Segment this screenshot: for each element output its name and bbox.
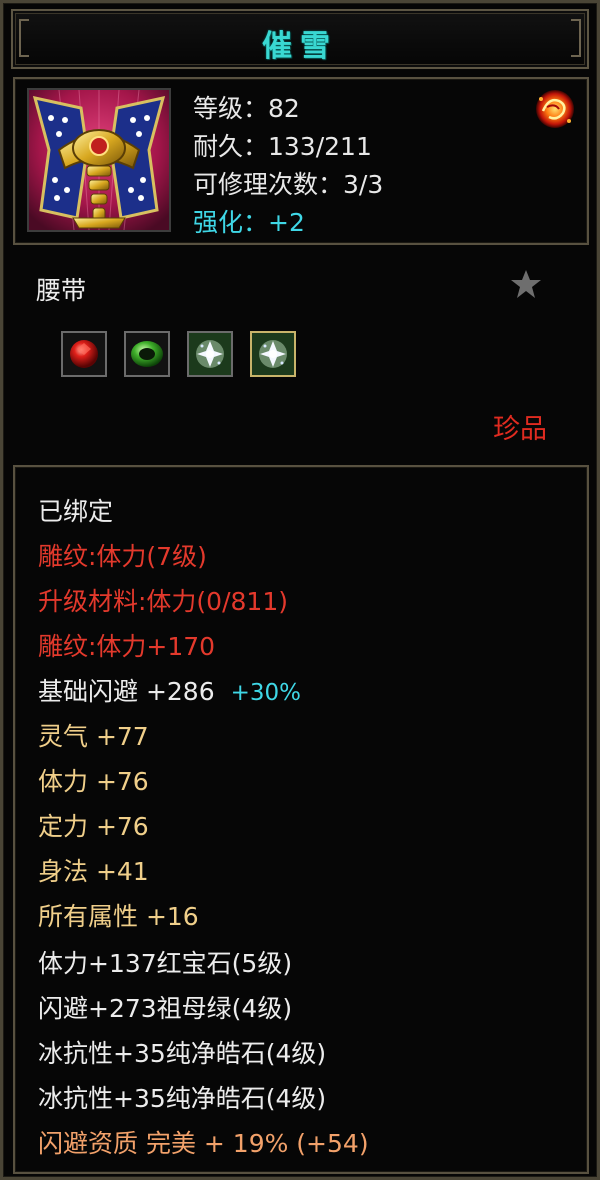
attr-agility: 身法 +41 [38,857,149,886]
pure-diamond-gem-icon[interactable] [187,331,233,377]
title-bar: 催雪 [11,9,589,69]
base-dodge-value: 基础闪避 +286 [38,677,215,706]
star-icon[interactable] [510,268,542,300]
gem-bonus-2: 闪避+273祖母绿(4级) [38,994,293,1023]
base-dodge-percent: +30% [230,680,301,706]
attr-focus: 定力 +76 [38,812,149,841]
item-rarity: 珍品 [493,414,547,445]
item-enhance-level: 强化：+2 [193,208,305,237]
bound-status: 已绑定 [38,497,114,526]
attr-stamina: 体力 +76 [38,767,149,796]
item-level: 等级：82 [193,94,300,123]
attribute-list: 已绑定 雕纹:体力(7级) 升级材料:体力(0/811) 雕纹:体力+170 基… [13,465,589,1174]
attr-all: 所有属性 +16 [38,902,199,931]
dodge-aptitude: 闪避资质 完美 + 19% (+54) [38,1129,369,1158]
pure-diamond-gem-icon[interactable] [250,331,296,377]
engrave-bonus: 雕纹:体力+170 [38,632,216,661]
gem-bonus-3: 冰抗性+35纯净皓石(4级) [38,1039,327,1068]
item-durability: 耐久：133/211 [193,132,372,161]
emerald-gem-icon[interactable] [124,331,170,377]
item-repair-count: 可修理次数：3/3 [193,170,384,199]
attr-spirit: 灵气 +77 [38,722,149,751]
item-tooltip-panel: 催雪 等级：82 耐久：133/211 可修理次数：3/3 强化：+2 腰带 珍… [0,0,600,1180]
item-category: 腰带 [36,276,87,305]
gem-bonus-1: 体力+137红宝石(5级) [38,949,293,978]
belt-item-icon [27,88,171,232]
fire-orb-icon [533,87,577,131]
engrave-level: 雕纹:体力(7级) [38,542,207,571]
base-dodge: 基础闪避 +286 +30% [38,677,301,708]
ruby-gem-icon[interactable] [61,331,107,377]
upgrade-material: 升级材料:体力(0/811) [38,587,288,616]
item-header: 等级：82 耐久：133/211 可修理次数：3/3 强化：+2 [13,77,589,245]
item-name: 催雪 [262,29,338,64]
gem-bonus-4: 冰抗性+35纯净皓石(4级) [38,1084,327,1113]
